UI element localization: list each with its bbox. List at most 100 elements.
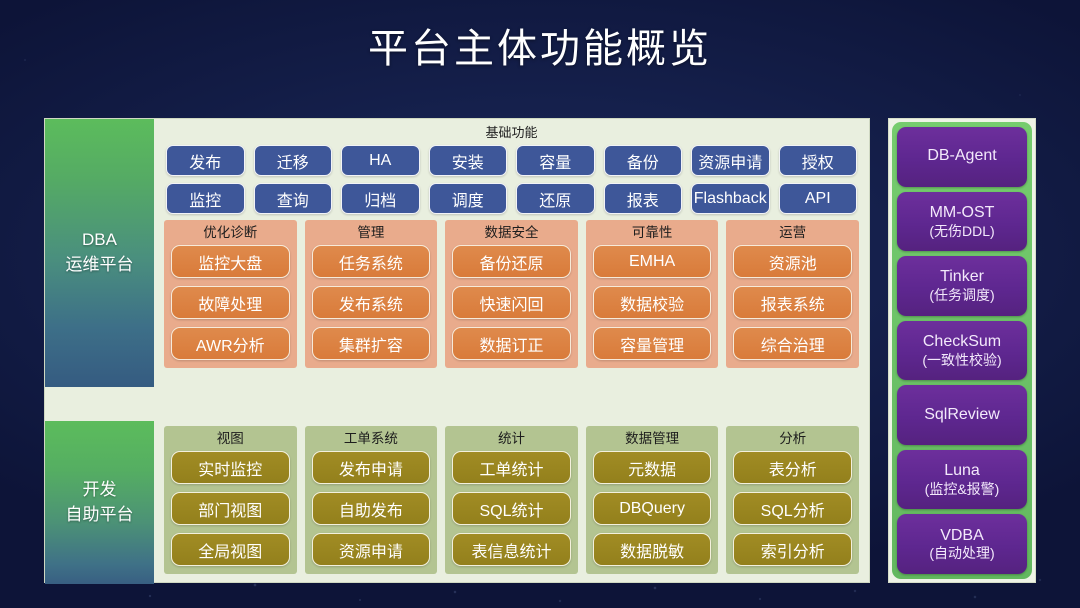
category-item-button[interactable]: 快速闪回 (452, 286, 571, 319)
category-item-button[interactable]: EMHA (592, 245, 712, 278)
category-item-button[interactable]: 综合治理 (733, 327, 852, 360)
category-item-button[interactable]: 集群扩容 (311, 327, 431, 360)
component-name: MM-OST (929, 203, 995, 221)
category-item-button[interactable]: 任务系统 (311, 245, 431, 278)
category-item-button[interactable]: 表信息统计 (452, 533, 571, 566)
category-item-button[interactable]: 部门视图 (171, 492, 290, 525)
category-item-button[interactable]: 数据订正 (452, 327, 571, 360)
category-title: 工单系统 (343, 431, 398, 446)
category-item-button[interactable]: 数据脱敏 (592, 533, 712, 566)
basic-function-button[interactable]: 查询 (253, 183, 332, 214)
category-item-button[interactable]: 全局视图 (171, 533, 290, 566)
basic-function-button[interactable]: 资源申请 (691, 145, 770, 176)
component-subtitle: (无伤DDL) (929, 222, 995, 239)
category-item-button[interactable]: 备份还原 (452, 245, 571, 278)
category-item-button[interactable]: DBQuery (592, 492, 712, 525)
category-title: 运营 (779, 225, 807, 240)
basic-function-button[interactable]: Flashback (691, 183, 770, 214)
component-name: DB-Agent (927, 147, 997, 165)
basic-function-button[interactable]: 授权 (778, 145, 857, 176)
category-title: 优化诊断 (203, 225, 258, 240)
component-card[interactable]: Luna (监控&报警) (897, 449, 1027, 510)
category-item-button[interactable]: 报表系统 (733, 286, 852, 319)
basic-function-button[interactable]: 报表 (603, 183, 682, 214)
slide-title: 平台主体功能概览 (368, 27, 712, 71)
component-subtitle: (监控&报警) (924, 480, 1000, 497)
basic-function-button[interactable]: HA (341, 145, 420, 176)
basic-function-button[interactable]: 容量 (516, 145, 595, 176)
category-item-button[interactable]: 资源池 (733, 245, 852, 278)
dev-label-line2: 自助平台 (65, 504, 134, 524)
category-title: 分析 (779, 431, 807, 446)
category-column: 运营资源池报表系统综合治理 (726, 220, 859, 368)
main-panel: DBA 运维平台 基础功能 发布 迁移 HA 安装 容量 备份 资源申请 授权 监控 查询 归档 调度… (44, 118, 870, 584)
dba-label-line2: 运维平台 (65, 255, 134, 274)
category-item-button[interactable]: 工单统计 (452, 451, 571, 484)
category-item-button[interactable]: 元数据 (592, 451, 712, 484)
sidebar-item-dba-platform[interactable]: DBA 运维平台 (45, 119, 154, 387)
category-title: 可靠性 (631, 225, 673, 240)
component-card[interactable]: Tinker (任务调度) (897, 256, 1027, 316)
basic-function-button[interactable]: 迁移 (253, 145, 332, 176)
component-card[interactable]: CheckSum (一致性校验) (897, 320, 1027, 381)
sidebar-item-dev-platform[interactable]: 开发 自助平台 (45, 421, 154, 584)
basic-function-button[interactable]: 归档 (341, 183, 420, 214)
component-card[interactable]: DB-Agent (897, 127, 1027, 187)
category-title: 管理 (357, 225, 385, 240)
category-column: 统计工单统计 SQL统计表信息统计 (445, 426, 578, 574)
category-item-button[interactable]: 资源申请 (311, 533, 431, 566)
basic-function-button[interactable]: 发布 (166, 145, 245, 176)
category-title: 统计 (497, 431, 525, 446)
dba-platform-row: DBA 运维平台 基础功能 发布 迁移 HA 安装 容量 备份 资源申请 授权监控 查询 归档 调度… (45, 119, 869, 387)
component-name: Tinker (940, 268, 984, 286)
category-column: 视图 实时监控 部门视图 全局视图 (164, 426, 297, 574)
category-item-button[interactable]: 容量管理 (592, 327, 712, 360)
category-column: 数据管理元数据 DBQuery 数据脱敏 (585, 426, 719, 574)
component-name: Luna (944, 461, 980, 479)
dev-platform-body: 视图 实时监控 部门视图 全局视图 工单系统 发布申请 自助发布 资源申请 统计 工单统计 SQL统… (154, 421, 869, 584)
category-column: 数据安全 备份还原 快速闪回 数据订正 (445, 220, 578, 368)
category-item-button[interactable]: AWR分析 (171, 327, 290, 360)
basic-functions-grid: 发布 迁移 HA 安装 容量 备份 资源申请 授权监控 查询 归档 调度 还原 报表 Flashback A… (164, 145, 859, 214)
category-item-button[interactable]: 表分析 (733, 451, 852, 484)
category-item-button[interactable]: 实时监控 (171, 451, 290, 484)
component-name: SqlReview (924, 405, 1000, 423)
basic-function-button[interactable]: 安装 (428, 145, 507, 176)
basic-function-button[interactable]: API (778, 183, 857, 214)
component-card[interactable]: VDBA (自动处理) (897, 514, 1027, 575)
category-item-button[interactable]: SQL分析 (733, 492, 852, 525)
category-item-button[interactable]: 索引分析 (733, 533, 852, 566)
component-subtitle: (任务调度) (929, 287, 995, 304)
component-name: CheckSum (922, 332, 1002, 350)
category-item-button[interactable]: 监控大盘 (171, 245, 290, 278)
category-item-button[interactable]: SQL统计 (452, 492, 571, 525)
basic-function-button[interactable]: 调度 (428, 183, 507, 214)
component-card[interactable]: MM-OST (无伤DDL) (897, 191, 1027, 252)
category-item-button[interactable]: 发布申请 (311, 451, 431, 484)
dev-platform-row: 开发 自助平台 视图 实时监控 部门视图 全局视图 工单系统 发布申请 自助发布 资源申请 统计… (45, 421, 869, 584)
dba-category-strip: 优化诊断 监控大盘 故障处理 AWR分析 管理 任务系统 发布系统 集群扩容 数据安全 备份还原快… (154, 220, 869, 374)
components-list: DB-Agent MM-OST (无伤DDL) Tinker (任务调度) CheckSu… (892, 122, 1032, 579)
component-name: VDBA (940, 526, 984, 544)
category-column: 可靠性 EMHA 数据校验容量管理 (585, 220, 719, 368)
category-item-button[interactable]: 发布系统 (311, 286, 431, 319)
category-column: 管理任务系统发布系统集群扩容 (304, 220, 438, 368)
category-title: 数据管理 (625, 431, 680, 446)
dba-label-line1: DBA (82, 230, 117, 250)
dba-platform-body: 基础功能 发布 迁移 HA 安装 容量 备份 资源申请 授权监控 查询 归档 调度 还原 报表 Flash… (154, 119, 869, 387)
basic-functions-area: 基础功能 发布 迁移 HA 安装 容量 备份 资源申请 授权监控 查询 归档 调度 还原 报表 Flash… (154, 119, 869, 220)
component-subtitle: (一致性校验) (922, 351, 1002, 368)
category-item-button[interactable]: 自助发布 (311, 492, 431, 525)
basic-function-button[interactable]: 还原 (516, 183, 595, 214)
category-item-button[interactable]: 故障处理 (171, 286, 290, 319)
basic-functions-caption: 基础功能 (485, 125, 538, 140)
dev-label-line1: 开发 (82, 479, 117, 499)
category-column: 工单系统发布申请自助发布资源申请 (304, 426, 438, 574)
category-item-button[interactable]: 数据校验 (592, 286, 712, 319)
basic-function-button[interactable]: 监控 (166, 183, 245, 214)
category-column: 分析表分析 SQL分析索引分析 (726, 426, 859, 574)
basic-function-button[interactable]: 备份 (603, 145, 682, 176)
component-card[interactable]: SqlReview (897, 385, 1027, 445)
category-column: 优化诊断监控大盘故障处理 AWR分析 (164, 220, 297, 368)
component-subtitle: (自动处理) (929, 545, 995, 562)
